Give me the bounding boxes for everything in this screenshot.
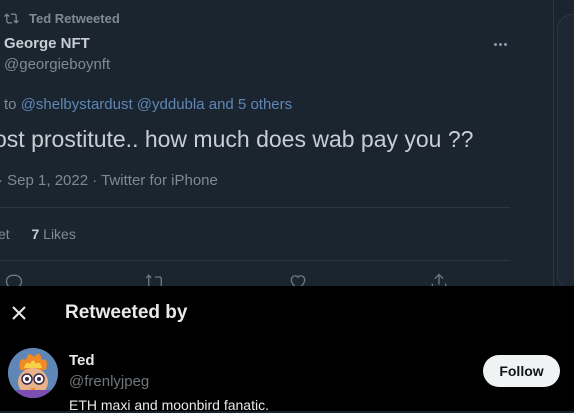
retweets-stat-label[interactable]: et <box>0 226 10 242</box>
sheet-title: Retweeted by <box>65 302 188 323</box>
replying-to-prefix: to <box>4 96 21 113</box>
right-sidebar-card <box>557 14 574 290</box>
divider <box>0 207 510 208</box>
author-name[interactable]: George NFT <box>4 35 90 52</box>
close-button[interactable] <box>10 304 28 322</box>
tweet-text: ost prostitute.. how much does wab pay y… <box>0 126 474 152</box>
likes-count[interactable]: 7 <box>31 226 39 242</box>
author-handle[interactable]: @georgieboynft <box>4 56 110 73</box>
replying-to: to @shelbystardust @yddubla and 5 others <box>4 96 292 113</box>
avatar-image <box>8 348 58 398</box>
retweeter-handle[interactable]: @frenlyjpeg <box>69 373 149 390</box>
divider <box>0 260 510 261</box>
replying-to-mentions[interactable]: @shelbystardust @yddubla <box>21 96 205 113</box>
replying-to-others[interactable]: and 5 others <box>205 96 292 113</box>
likes-label[interactable]: Likes <box>43 226 76 242</box>
retweet-context[interactable]: Ted Retweeted <box>4 11 120 26</box>
tweet-actions <box>0 272 510 292</box>
close-icon <box>12 306 26 320</box>
retweeted-by-sheet: Retweeted by Ted @frenlyjpeg ETH maxi an… <box>0 286 574 413</box>
avatar[interactable] <box>8 348 58 398</box>
tweet-meta[interactable]: · Sep 1, 2022 · Twitter for iPhone <box>0 172 218 189</box>
more-icon <box>493 42 497 46</box>
retweet-icon <box>4 13 19 24</box>
tweet-stats: et 7 Likes <box>0 226 76 242</box>
follow-button[interactable]: Follow <box>483 355 560 387</box>
retweet-context-label: Ted Retweeted <box>29 11 120 26</box>
more-options-button[interactable] <box>490 34 510 54</box>
retweeter-name[interactable]: Ted <box>69 352 95 369</box>
